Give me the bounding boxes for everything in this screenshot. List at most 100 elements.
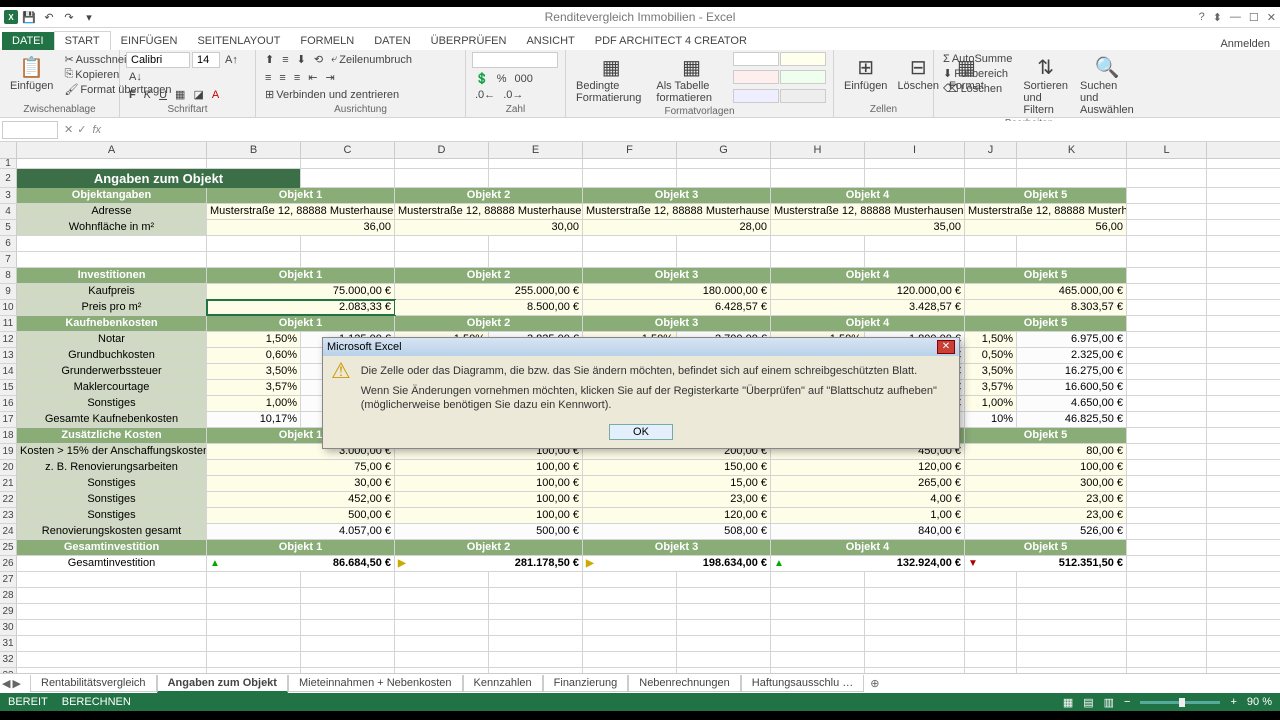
row-header[interactable]: 20 [0,460,17,475]
cell[interactable] [865,572,965,587]
decrease-font-icon[interactable]: A↓ [126,70,145,84]
cell[interactable]: Objekt 3 [583,316,771,331]
row-header[interactable]: 4 [0,204,17,219]
cell[interactable]: 465.000,00 € [965,284,1127,299]
tab-daten[interactable]: DATEN [364,32,420,50]
cell[interactable] [677,252,771,267]
cell[interactable]: 508,00 € [583,524,771,539]
cell[interactable] [965,572,1017,587]
cell[interactable] [1127,652,1207,667]
cell[interactable] [301,636,395,651]
cell[interactable]: 120,00 € [583,508,771,523]
cell[interactable] [395,636,489,651]
cell[interactable] [965,604,1017,619]
cell[interactable]: Grundbuchkosten [17,348,207,363]
login-link[interactable]: Anmelden [1220,38,1280,50]
cell[interactable] [583,252,677,267]
cell[interactable]: ▼512.351,50 € [965,556,1127,571]
cell[interactable] [1127,268,1207,283]
cell[interactable] [771,604,865,619]
cell[interactable] [395,588,489,603]
merge-button[interactable]: ⊞ Verbinden und zentrieren [262,87,402,102]
cell[interactable]: Objekt 1 [207,540,395,555]
maximize-icon[interactable]: ☐ [1249,11,1259,24]
row-header[interactable]: 1 [0,159,17,168]
cell[interactable] [489,169,583,188]
cell[interactable]: Kosten > 15% der Anschaffungskosten [17,444,207,459]
cell[interactable]: 840,00 € [771,524,965,539]
cell[interactable] [965,169,1017,188]
cell[interactable]: Preis pro m² [17,300,207,315]
cell[interactable] [771,236,865,251]
cell[interactable] [1127,284,1207,299]
cell[interactable] [1017,620,1127,635]
number-format-select[interactable] [472,52,558,68]
indent-inc-icon[interactable]: ⇥ [322,70,337,85]
cell[interactable] [395,252,489,267]
currency-icon[interactable]: 💲 [472,71,492,86]
cell[interactable] [1017,252,1127,267]
cell[interactable] [301,236,395,251]
view-normal-icon[interactable]: ▦ [1063,696,1073,709]
row-header[interactable]: 11 [0,316,17,331]
cell[interactable]: Objekt 5 [965,428,1127,443]
cell[interactable] [1127,460,1207,475]
cell[interactable] [865,652,965,667]
tab-formeln[interactable]: FORMELN [290,32,364,50]
cell[interactable] [583,236,677,251]
col-header-K[interactable]: K [1017,142,1127,158]
tab-einfuegen[interactable]: EINFÜGEN [111,32,188,50]
cell[interactable] [1127,476,1207,491]
cell[interactable]: 3,50% [207,364,301,379]
cell[interactable] [677,588,771,603]
cell[interactable] [17,588,207,603]
cell[interactable] [301,572,395,587]
cell[interactable] [1127,508,1207,523]
cell[interactable] [207,572,301,587]
row-header[interactable]: 13 [0,348,17,363]
row-header[interactable]: 3 [0,188,17,203]
cell[interactable]: Objekt 4 [771,540,965,555]
cell[interactable]: 75.000,00 € [207,284,395,299]
cell[interactable] [771,252,865,267]
row-header[interactable]: 31 [0,636,17,651]
cell[interactable] [1127,556,1207,571]
close-icon[interactable]: ✕ [1267,11,1276,24]
dialog-titlebar[interactable]: Microsoft Excel ✕ [323,338,959,356]
cell[interactable]: 80,00 € [965,444,1127,459]
cell[interactable]: 1,00% [207,396,301,411]
cell[interactable]: 1,50% [965,332,1017,347]
cell[interactable]: 120.000,00 € [771,284,965,299]
cell[interactable] [17,652,207,667]
cell[interactable] [17,604,207,619]
row-header[interactable]: 12 [0,332,17,347]
add-sheet-icon[interactable]: ⊕ [864,675,885,692]
cell[interactable] [489,236,583,251]
sheet-tab-7[interactable]: Haftungsausschlu … [741,675,865,692]
cell[interactable]: Gesamtinvestition [17,556,207,571]
cell[interactable] [1127,636,1207,651]
cell[interactable] [17,252,207,267]
cell[interactable] [865,169,965,188]
cell[interactable] [395,236,489,251]
cell[interactable] [17,620,207,635]
help-icon[interactable]: ? [1199,11,1205,24]
bold-button[interactable]: F [126,88,139,102]
cell[interactable]: Sonstiges [17,476,207,491]
orientation-icon[interactable]: ⟲ [311,52,326,67]
cell[interactable] [1127,348,1207,363]
cell[interactable]: 100,00 € [395,476,583,491]
cell[interactable] [677,572,771,587]
tab-pdf[interactable]: PDF Architect 4 Creator [585,32,757,50]
cell[interactable] [395,620,489,635]
cell[interactable] [1127,492,1207,507]
cell[interactable] [583,652,677,667]
cell[interactable]: ▶198.634,00 € [583,556,771,571]
cell[interactable]: 300,00 € [965,476,1127,491]
cell[interactable] [489,636,583,651]
cell[interactable]: 452,00 € [207,492,395,507]
cell[interactable]: 500,00 € [395,524,583,539]
border-icon[interactable]: ▦ [172,87,188,102]
cell[interactable] [1127,188,1207,203]
cell[interactable]: 2.325,00 € [1017,348,1127,363]
